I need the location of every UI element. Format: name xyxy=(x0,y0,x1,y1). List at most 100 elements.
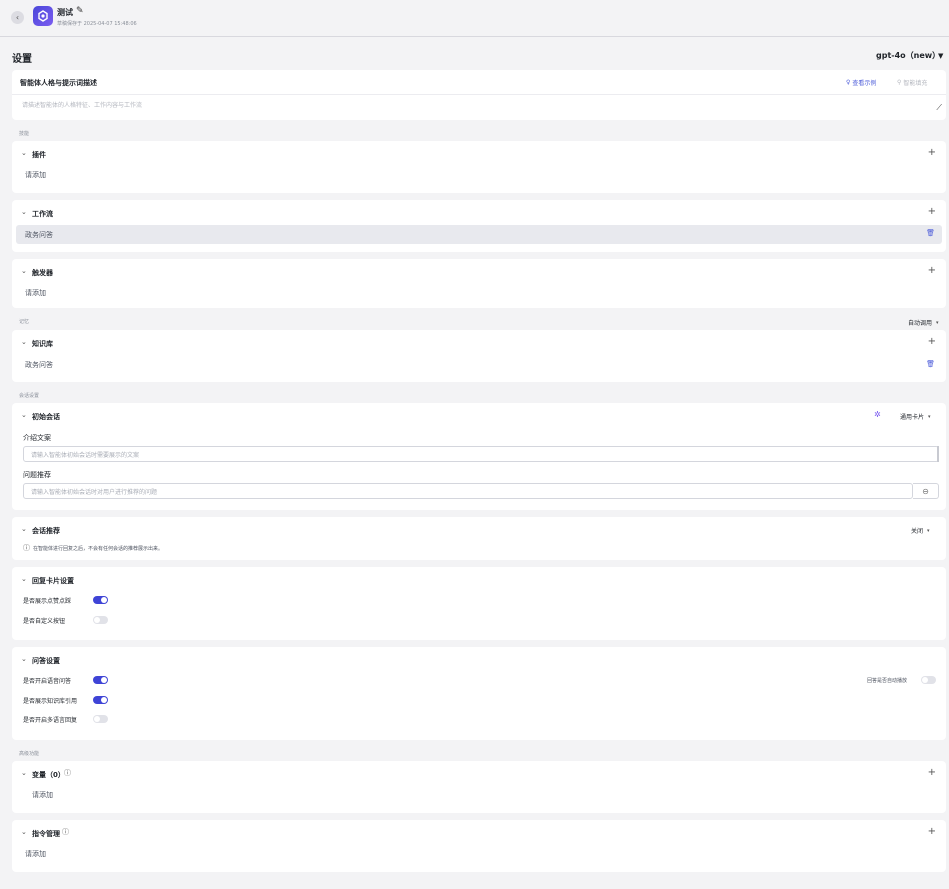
reply-opt2-label: 是否自定义按钮 xyxy=(23,618,66,625)
agent-avatar xyxy=(33,6,53,26)
back-icon[interactable]: ‹ xyxy=(11,11,24,24)
card-type-select[interactable]: 通用卡片 ▾ xyxy=(900,412,931,422)
memory-mode-select[interactable]: 自动调用 ▾ xyxy=(908,318,939,328)
add-variable-icon[interactable]: + xyxy=(928,768,936,778)
info-icon: ⓘ xyxy=(23,544,30,552)
intro-label: 介绍文案 xyxy=(23,434,51,442)
help-icon[interactable]: ⓘ xyxy=(64,768,71,778)
scrollbar[interactable] xyxy=(937,446,939,462)
trigger-title: 触发器 xyxy=(32,269,53,277)
persona-input[interactable]: 请描述智能体的人格特征、工作内容与工作流 xyxy=(22,100,142,109)
save-status: 草稿保存于 2025-04-07 15:48:06 xyxy=(57,21,137,27)
help-icon[interactable]: ⓘ xyxy=(62,827,69,837)
commands-card: ⌄ 指令管理 ⓘ + 请添加 xyxy=(12,820,946,872)
kb-citation-toggle[interactable] xyxy=(93,696,108,704)
divider xyxy=(12,94,946,95)
trigger-empty: 请添加 xyxy=(25,289,46,297)
lightbulb-icon: ♀ xyxy=(846,79,851,86)
workflow-item-label: 政务问答 xyxy=(25,231,53,239)
commands-title: 指令管理 xyxy=(32,830,60,838)
qa-title: 问答设置 xyxy=(32,657,60,665)
reply-card-settings: ⌄ 回复卡片设置 是否展示点赞点踩 是否自定义按钮 xyxy=(12,567,946,640)
autoplay-toggle[interactable] xyxy=(921,676,936,684)
opening-title: 初始会话 xyxy=(32,413,60,421)
trash-icon[interactable]: 🗑 xyxy=(926,229,935,237)
edit-icon[interactable]: ✎ xyxy=(76,6,84,16)
workflow-title: 工作流 xyxy=(32,210,53,218)
qa-settings-card: ⌄ 问答设置 是否开启语音问答 回答是否自动播放 是否展示知识库引用 是否开启多… xyxy=(12,647,946,740)
view-example-link[interactable]: ♀ 查看示例 xyxy=(846,78,876,87)
app-title: 测试 xyxy=(57,8,73,17)
variables-empty: 请添加 xyxy=(32,791,53,799)
chevron-down-icon[interactable]: ⌄ xyxy=(21,268,27,275)
plugins-card: ⌄ 插件 + 请添加 xyxy=(12,141,946,193)
qa-opt2-label: 是否展示知识库引用 xyxy=(23,698,78,705)
commands-empty: 请添加 xyxy=(25,850,46,858)
resize-handle-icon[interactable]: ⟋ xyxy=(936,103,942,113)
knowledge-item[interactable]: 政务问答 xyxy=(25,360,53,370)
multilang-toggle[interactable] xyxy=(93,715,108,723)
custom-button-toggle[interactable] xyxy=(93,616,108,624)
voice-qa-toggle[interactable] xyxy=(93,676,108,684)
like-dislike-toggle[interactable] xyxy=(93,596,108,604)
agent-logo-icon xyxy=(38,10,48,22)
chevron-down-icon[interactable]: ⌄ xyxy=(21,412,27,419)
suggest-hint: ⓘ 在智能体进行回复之后，不会有任何会话的推荐展示出来。 xyxy=(23,543,163,553)
remove-question-icon[interactable]: ⊖ xyxy=(913,483,939,499)
workflow-card: ⌄ 工作流 + 政务问答 🗑 xyxy=(12,200,946,252)
variables-card: ⌄ 变量（0） ⓘ + 请添加 xyxy=(12,761,946,813)
question-label: 问题推荐 xyxy=(23,471,51,479)
model-selector[interactable]: gpt-4o（new） xyxy=(876,50,940,61)
qa-opt1-label: 是否开启语音问答 xyxy=(23,678,72,685)
sparkle-icon[interactable]: ✲ xyxy=(874,410,881,419)
add-command-icon[interactable]: + xyxy=(928,827,936,837)
page-title: 设置 xyxy=(12,54,32,65)
intro-input[interactable]: 请输入智能体初始会话时需要展示的文案 xyxy=(23,446,939,462)
persona-card: 智能体人格与提示词描述 ♀ 查看示例 ⚲ 智能填充 请描述智能体的人格特征、工作… xyxy=(12,70,946,120)
add-trigger-icon[interactable]: + xyxy=(928,266,936,276)
add-workflow-icon[interactable]: + xyxy=(928,207,936,217)
knowledge-card: ⌄ 知识库 + 政务问答 🗑 xyxy=(12,330,946,382)
suggest-hint-text: 在智能体进行回复之后，不会有任何会话的推荐展示出来。 xyxy=(33,545,164,552)
section-conversation: 会话设置 xyxy=(19,393,40,399)
suggest-title: 会话推荐 xyxy=(32,527,60,535)
plugins-title: 插件 xyxy=(32,151,46,159)
card-type-label: 通用卡片 xyxy=(900,414,925,421)
reply-card-title: 回复卡片设置 xyxy=(32,577,74,585)
section-memory: 记忆 xyxy=(19,319,30,325)
workflow-item[interactable]: 政务问答 🗑 xyxy=(16,225,942,244)
variables-title: 变量（0） xyxy=(32,771,65,779)
autoplay-label: 回答是否自动播放 xyxy=(867,678,908,684)
opening-card: ⌄ 初始会话 ✲ 通用卡片 ▾ 介绍文案 请输入智能体初始会话时需要展示的文案 … xyxy=(12,403,946,510)
persona-title: 智能体人格与提示词描述 xyxy=(20,79,97,87)
chevron-down-icon[interactable]: ⌄ xyxy=(21,150,27,157)
smart-fill-button[interactable]: ⚲ 智能填充 xyxy=(897,78,927,87)
add-plugin-icon[interactable]: + xyxy=(928,148,936,158)
suggest-card: ⌄ 会话推荐 关闭 ▾ ⓘ 在智能体进行回复之后，不会有任何会话的推荐展示出来。 xyxy=(12,517,946,560)
chevron-down-icon[interactable]: ⌄ xyxy=(21,656,27,663)
add-knowledge-icon[interactable]: + xyxy=(928,337,936,347)
reply-opt1-label: 是否展示点赞点踩 xyxy=(23,598,72,605)
section-advanced: 高级功能 xyxy=(19,751,40,757)
qa-opt3-label: 是否开启多语言回复 xyxy=(23,717,78,724)
knowledge-title: 知识库 xyxy=(32,340,53,348)
trash-icon[interactable]: 🗑 xyxy=(926,360,935,368)
chevron-down-icon[interactable]: ⌄ xyxy=(21,770,27,777)
plugins-empty: 请添加 xyxy=(25,171,46,179)
suggest-status-label: 关闭 xyxy=(911,528,924,535)
chevron-down-icon[interactable]: ⌄ xyxy=(21,209,27,216)
smart-fill-label: 智能填充 xyxy=(903,80,928,87)
caret-down-icon: ▾ xyxy=(936,319,939,326)
caret-down-icon: ▾ xyxy=(928,413,931,420)
chevron-down-icon[interactable]: ⌄ xyxy=(21,576,27,583)
chevron-down-icon[interactable]: ⌄ xyxy=(21,339,27,346)
magic-wand-icon: ⚲ xyxy=(897,79,902,86)
question-input[interactable]: 请输入智能体初始会话时对用户进行推荐的问题 xyxy=(23,483,913,499)
section-skills: 技能 xyxy=(19,131,30,137)
suggest-select[interactable]: 关闭 ▾ xyxy=(911,526,930,536)
chevron-down-icon[interactable]: ⌄ xyxy=(21,526,27,533)
top-bar xyxy=(0,0,949,37)
chevron-down-icon[interactable]: ⌄ xyxy=(21,829,27,836)
caret-down-icon[interactable]: ▼ xyxy=(938,52,943,60)
memory-mode-label: 自动调用 xyxy=(908,320,933,327)
